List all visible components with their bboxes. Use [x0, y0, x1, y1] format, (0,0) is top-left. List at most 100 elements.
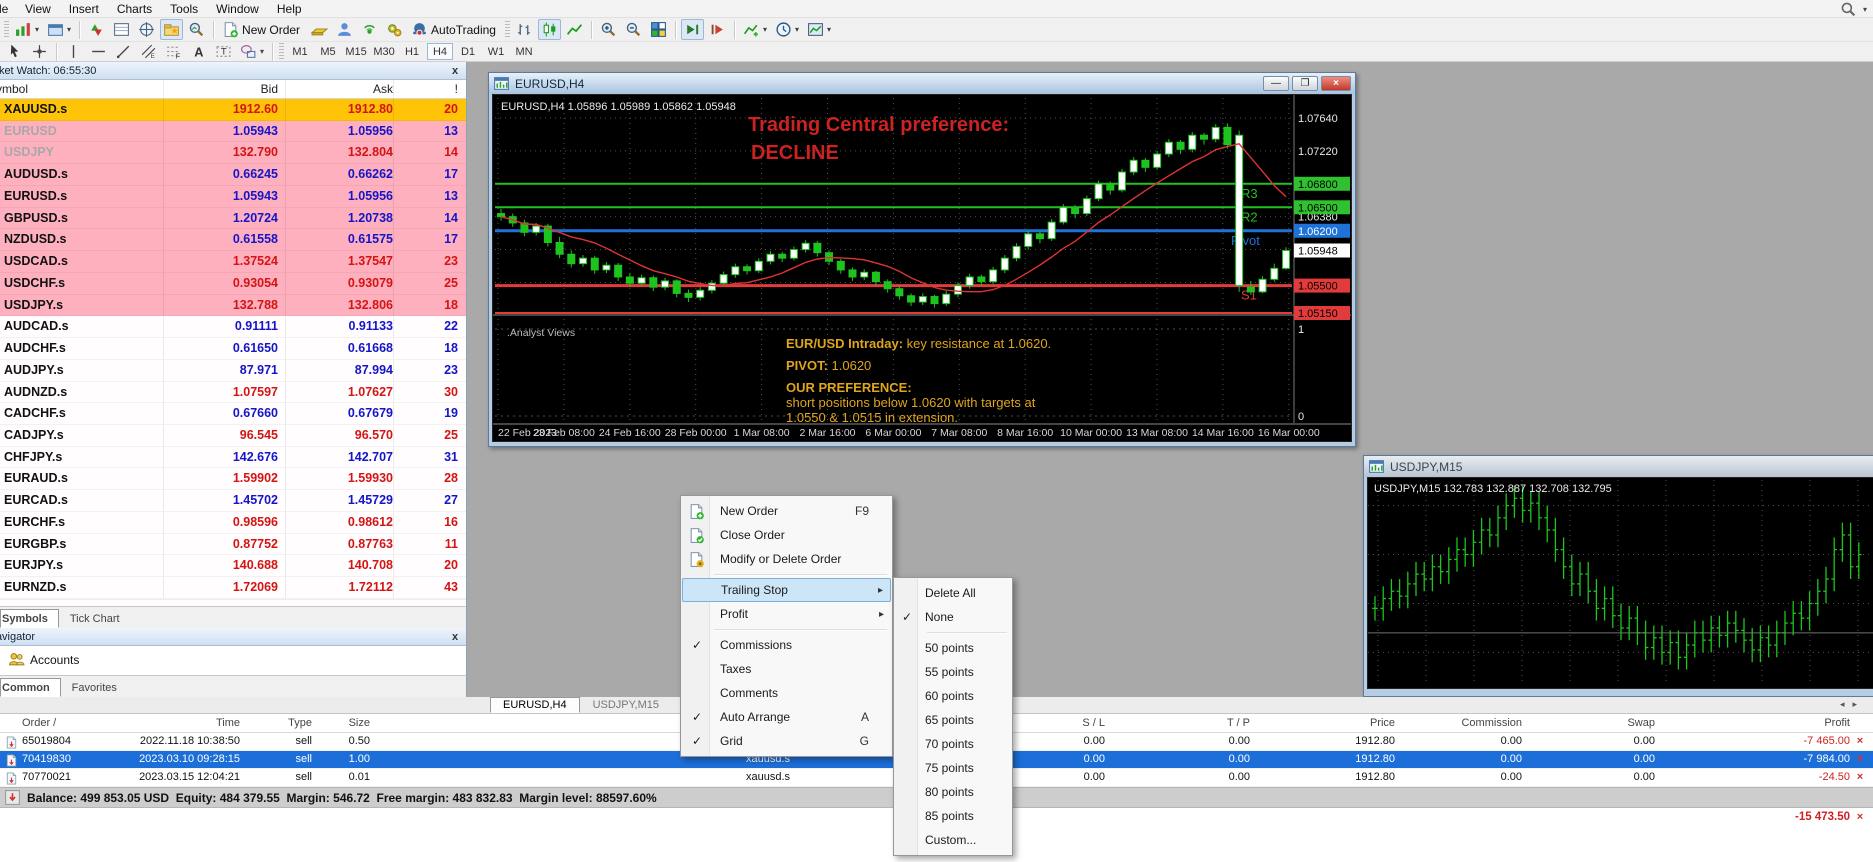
menu-item-delete-all[interactable]: Delete All: [895, 581, 1011, 605]
menu-item-65-points[interactable]: 65 points: [895, 708, 1011, 732]
navigator-button[interactable]: [135, 19, 158, 40]
bars-button[interactable]: [513, 19, 536, 40]
profiles-button[interactable]: ▾: [44, 19, 74, 40]
chart-tab-usdjpy-m15[interactable]: USDJPY,M15: [580, 697, 672, 713]
orders-column-profit[interactable]: Profit: [1720, 717, 1850, 729]
chart-shift-button[interactable]: [706, 19, 729, 40]
menu-item-close-order[interactable]: Close Order: [682, 523, 891, 547]
eurusd-chart-area[interactable]: Trading Central preference:DECLINER3R2Pi…: [492, 94, 1352, 442]
menu-item-custom-[interactable]: Custom...: [895, 828, 1011, 852]
market-watch-row[interactable]: AUDCAD.s0.911110.9113322: [0, 316, 466, 338]
orders-column-order[interactable]: Order /: [22, 717, 56, 729]
timeframe-mn[interactable]: MN: [511, 43, 537, 60]
menu-item-50-points[interactable]: 50 points: [895, 636, 1011, 660]
close-order-icon[interactable]: ×: [1853, 753, 1867, 765]
close-icon[interactable]: ×: [1853, 811, 1867, 823]
market-watch-row[interactable]: CADCHF.s0.676600.6767919: [0, 403, 466, 425]
column-header-symbol[interactable]: Symbol: [0, 82, 88, 96]
orders-column-price[interactable]: Price: [1265, 717, 1395, 729]
vline-tool-button[interactable]: [62, 41, 85, 62]
column-header-spread[interactable]: !: [395, 82, 458, 96]
market-watch-row[interactable]: EURCAD.s1.457021.4572927: [0, 490, 466, 512]
zoom-out-button[interactable]: [622, 19, 645, 40]
market-watch-row[interactable]: USDJPY132.790132.80414: [0, 142, 466, 164]
new-order[interactable]: New Order: [219, 19, 306, 40]
tile-windows-button[interactable]: [647, 19, 670, 40]
terminal-button[interactable]: [160, 19, 183, 40]
chevron-down-icon[interactable]: ▾: [1863, 5, 1867, 14]
close-icon[interactable]: x: [448, 65, 462, 77]
market-watch-row[interactable]: EURGBP.s0.877520.8776311: [0, 534, 466, 556]
menu-item-help[interactable]: Help: [268, 1, 311, 17]
market-watch-row[interactable]: AUDUSD.s0.662450.6626217: [0, 164, 466, 186]
market-watch-button[interactable]: [85, 19, 108, 40]
shapes-tool-button[interactable]: ▾: [237, 41, 267, 62]
market-watch-row[interactable]: XAUUSD.s1912.601912.8020: [0, 99, 466, 121]
market-watch-row[interactable]: CHFJPY.s142.676142.70731: [0, 447, 466, 469]
market-watch-row[interactable]: AUDJPY.s87.97187.99423: [0, 360, 466, 382]
autotrading[interactable]: AutoTrading: [408, 19, 502, 40]
templates-button[interactable]: ▾: [804, 19, 834, 40]
market-watch-row[interactable]: EURJPY.s140.688140.70820: [0, 555, 466, 577]
timeframe-h4[interactable]: H4: [427, 43, 453, 60]
data-window-button[interactable]: [110, 19, 133, 40]
crosshair-tool-button[interactable]: [28, 41, 51, 62]
close-order-icon[interactable]: ×: [1853, 735, 1867, 747]
menu-item-window[interactable]: Window: [207, 1, 268, 17]
auto-scroll-button[interactable]: [681, 19, 704, 40]
trendline-tool-button[interactable]: [112, 41, 135, 62]
orders-column-swap[interactable]: Swap: [1525, 717, 1655, 729]
usdjpy-window-titlebar[interactable]: USDJPY,M15: [1364, 456, 1873, 477]
scripts-button[interactable]: [383, 19, 406, 40]
menu-item-none[interactable]: ✓None: [895, 605, 1011, 629]
usdjpy-chart-area[interactable]: USDJPY,M15 132.783 132.887 132.708 132.7…: [1367, 477, 1873, 689]
menu-item-new-order[interactable]: New OrderF9: [682, 499, 891, 523]
market-watch-row[interactable]: EURAUD.s1.599021.5993028: [0, 468, 466, 490]
navigator-item-accounts[interactable]: Accounts: [0, 646, 466, 668]
indicators-button[interactable]: ▾: [740, 19, 770, 40]
menu-item-70-points[interactable]: 70 points: [895, 732, 1011, 756]
menu-item-60-points[interactable]: 60 points: [895, 684, 1011, 708]
orders-column-size[interactable]: Size: [240, 717, 370, 729]
timeframe-m30[interactable]: M30: [371, 43, 397, 60]
chart-tab-eurusd-h4[interactable]: EURUSD,H4: [490, 697, 580, 713]
menu-item-80-points[interactable]: 80 points: [895, 780, 1011, 804]
market-watch-row[interactable]: AUDNZD.s1.075971.0762730: [0, 382, 466, 404]
menu-item-85-points[interactable]: 85 points: [895, 804, 1011, 828]
hline-tool-button[interactable]: [87, 41, 110, 62]
menu-item-taxes[interactable]: Taxes: [682, 657, 891, 681]
menu-item-view[interactable]: View: [16, 1, 60, 17]
menu-item-profit[interactable]: Profit▸: [682, 602, 891, 626]
menu-item-charts[interactable]: Charts: [108, 1, 161, 17]
timeframe-m15[interactable]: M15: [343, 43, 369, 60]
tester-button[interactable]: [185, 19, 208, 40]
signals-button[interactable]: [358, 19, 381, 40]
column-header-ask[interactable]: Ask: [286, 82, 393, 96]
timeframe-d1[interactable]: D1: [455, 43, 481, 60]
menu-item-file[interactable]: File: [0, 1, 16, 17]
tab-tick-chart[interactable]: Tick Chart: [59, 609, 131, 628]
timeframe-h1[interactable]: H1: [399, 43, 425, 60]
minimize-button[interactable]: —: [1263, 76, 1289, 91]
periods-button[interactable]: ▾: [772, 19, 802, 40]
market-watch-row[interactable]: AUDCHF.s0.616500.6166818: [0, 338, 466, 360]
cursor-tool-button[interactable]: [3, 41, 26, 62]
menu-item-insert[interactable]: Insert: [60, 1, 108, 17]
orders-column-commission[interactable]: Commission: [1392, 717, 1522, 729]
line-chart-button[interactable]: [563, 19, 586, 40]
menu-item-comments[interactable]: Comments: [682, 681, 891, 705]
metaeditor-button[interactable]: [333, 19, 356, 40]
menu-item-75-points[interactable]: 75 points: [895, 756, 1011, 780]
expert-advisors-button[interactable]: [308, 19, 331, 40]
market-watch-row[interactable]: EURCHF.s0.985960.9861216: [0, 512, 466, 534]
close-button[interactable]: ×: [1321, 76, 1351, 91]
market-watch-row[interactable]: USDCAD.s1.375241.3754723: [0, 251, 466, 273]
new-chart-button[interactable]: ▾: [12, 19, 42, 40]
timeframe-m5[interactable]: M5: [315, 43, 341, 60]
tab-common[interactable]: Common: [0, 678, 61, 697]
market-watch-row[interactable]: EURUSD.s1.059431.0595613: [0, 186, 466, 208]
restore-button[interactable]: ❐: [1292, 76, 1318, 91]
close-order-icon[interactable]: ×: [1853, 771, 1867, 783]
market-watch-row[interactable]: NZDUSD.s0.615580.6157517: [0, 229, 466, 251]
menu-item-modify-or-delete-order[interactable]: Modify or Delete Order: [682, 547, 891, 571]
